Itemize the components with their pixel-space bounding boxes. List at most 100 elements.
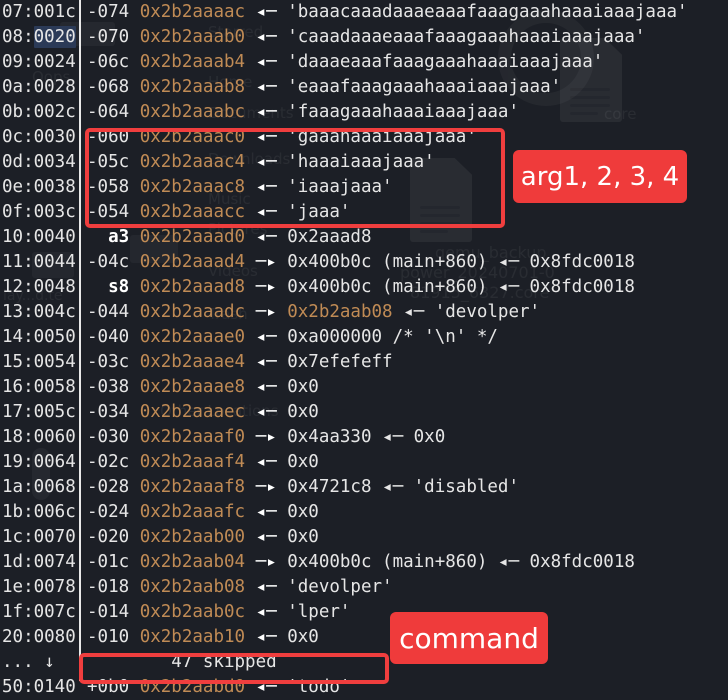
stack-row[interactable]: 1a:0068 -028 0x2b2aaaf8 ─▸ 0x4721c8 ◂─ 'd…: [0, 475, 728, 500]
stack-row[interactable]: 07:001c -074 0x2b2aaaac ◂─ 'baaacaaadaaae…: [0, 0, 728, 25]
row-content: -060 0x2b2aaac0 ◂─ 'gaaahaaaiaaajaaa': [80, 125, 728, 150]
memory-address: 0x2b2aaaf4: [129, 452, 246, 472]
stack-row[interactable]: 13:004c -044 0x2b2aaadc ─▸ 0x2b2aab08 ◂─ …: [0, 300, 728, 325]
register-name: a3: [87, 227, 130, 247]
row-content: -020 0x2b2aab00 ◂─ 0x0: [80, 525, 728, 550]
stack-offset: -014: [87, 602, 130, 622]
row-content: -074 0x2b2aaaac ◂─ 'baaacaaadaaaeaaafaaa…: [80, 0, 728, 25]
row-value: 0x2aaad8: [276, 227, 372, 247]
row-content: -054 0x2b2aaacc ◂─ 'jaaa': [80, 200, 728, 225]
row-value: 'todo': [276, 677, 351, 697]
row-value: 0x4721c8 ◂─ 'disabled': [276, 477, 519, 497]
memory-address: 0x2b2aaac4: [129, 152, 246, 172]
stack-row[interactable]: 17:005c -034 0x2b2aaaec ◂─ 0x0: [0, 400, 728, 425]
row-index-offset: 13:004c: [2, 302, 76, 322]
row-index-offset: 15:0054: [2, 352, 76, 372]
row-content: -03c 0x2b2aaae4 ◂─ 0x7efefeff: [80, 350, 728, 375]
memory-address: 0x2b2aaac0: [129, 127, 246, 147]
deref-arrow-icon: ◂─: [245, 452, 277, 472]
memory-address: 0x2b2aaab8: [129, 77, 246, 97]
stack-row-last[interactable]: 50:0140 +0b0 0x2b2aabd0 ◂─ 'todo': [0, 675, 728, 700]
stack-row[interactable]: 16:0058 -038 0x2b2aaae8 ◂─ 0x0: [0, 375, 728, 400]
deref-arrow-icon: ◂─: [245, 377, 277, 397]
memory-address: 0x2b2aaad4: [129, 252, 246, 272]
row-index-offset: 1a:0068: [2, 477, 76, 497]
stack-row[interactable]: 0b:002c -064 0x2b2aaabc ◂─ 'faaagaaahaaai…: [0, 100, 728, 125]
stack-row[interactable]: 12:0048 s8 0x2b2aaad8 ─▸ 0x400b0c (main+…: [0, 275, 728, 300]
row-index-offset: 18:0060: [2, 427, 76, 447]
stack-row[interactable]: 10:0040 a3 0x2b2aaad0 ◂─ 0x2aaad8: [0, 225, 728, 250]
stack-row[interactable]: 1b:006c -024 0x2b2aaafc ◂─ 0x0: [0, 500, 728, 525]
deref-arrow-icon: ◂─: [245, 2, 277, 22]
row-value: 0x4aa330 ◂─ 0x0: [276, 427, 446, 447]
row-value: 'daaaeaaafaaagaaahaaaiaaajaaa': [276, 52, 604, 72]
stack-row[interactable]: 0a:0028 -068 0x2b2aaab8 ◂─ 'eaaafaaagaaah…: [0, 75, 728, 100]
deref-arrow-icon: ◂─: [245, 527, 277, 547]
memory-address: 0x2b2aaad0: [129, 227, 246, 247]
memory-address: 0x2b2aab08: [129, 577, 246, 597]
stack-row[interactable]: 1c:0070 -020 0x2b2aab00 ◂─ 0x0: [0, 525, 728, 550]
memory-address: 0x2b2aaadc: [129, 302, 246, 322]
memory-address: 0x2b2aaab0: [129, 27, 246, 47]
row-value: 0x7efefeff: [276, 352, 393, 372]
row-value: 'haaaiaaajaaa': [276, 152, 435, 172]
stack-row[interactable]: 1e:0078 -018 0x2b2aab08 ◂─ 'devolper': [0, 575, 728, 600]
stack-row[interactable]: 1f:007c -014 0x2b2aab0c ◂─ 'lper': [0, 600, 728, 625]
row-value: 0x0: [276, 452, 319, 472]
stack-row[interactable]: 14:0050 -040 0x2b2aaae0 ◂─ 0xa000000 /* '…: [0, 325, 728, 350]
row-index-offset: 19:0064: [2, 452, 76, 472]
stack-row[interactable]: 09:0024 -06c 0x2b2aaab4 ◂─ 'daaaeaaafaaag…: [0, 50, 728, 75]
memory-address: 0x2b2aaaac: [129, 2, 246, 22]
arg-annotation-label: arg1, 2, 3, 4: [513, 150, 687, 203]
row-content: -028 0x2b2aaaf8 ─▸ 0x4721c8 ◂─ 'disabled…: [80, 475, 728, 500]
row-content: -018 0x2b2aab08 ◂─ 'devolper': [80, 575, 728, 600]
deref-arrow-icon: ─▸: [245, 477, 277, 497]
row-content: -038 0x2b2aaae8 ◂─ 0x0: [80, 375, 728, 400]
row-value: 'lper': [276, 602, 351, 622]
deref-arrow-icon: ◂─: [245, 177, 277, 197]
stack-rows-container: 07:001c -074 0x2b2aaaac ◂─ 'baaacaaadaaae…: [0, 0, 728, 700]
row-value: 0x0: [276, 377, 319, 397]
row-index-offset: 1e:0078: [2, 577, 76, 597]
stack-offset: -01c: [87, 552, 130, 572]
stack-offset: -074: [87, 2, 130, 22]
stack-row[interactable]: 0f:003c -054 0x2b2aaacc ◂─ 'jaaa': [0, 200, 728, 225]
skipped-rows-row[interactable]: ... ↓ 47 skipped: [0, 650, 728, 675]
row-value: 'faaagaaahaaaiaaajaaa': [276, 102, 519, 122]
deref-arrow-icon: ─▸: [245, 427, 277, 447]
pointer-address: 0x2b2aab08: [287, 302, 393, 322]
stack-row[interactable]: 15:0054 -03c 0x2b2aaae4 ◂─ 0x7efefeff: [0, 350, 728, 375]
deref-arrow-icon: ◂─: [245, 402, 277, 422]
memory-address: 0x2b2aaac8: [129, 177, 246, 197]
row-content: -068 0x2b2aaab8 ◂─ 'eaaafaaagaaahaaaiaaa…: [80, 75, 728, 100]
stack-dump-terminal[interactable]: 07:001c -074 0x2b2aaaac ◂─ 'baaacaaadaaae…: [0, 0, 728, 697]
row-content: -02c 0x2b2aaaf4 ◂─ 0x0: [80, 450, 728, 475]
deref-arrow-icon: ◂─: [245, 602, 277, 622]
stack-row[interactable]: 19:0064 -02c 0x2b2aaaf4 ◂─ 0x0: [0, 450, 728, 475]
row-index-offset: 1c:0070: [2, 527, 76, 547]
deref-arrow-icon: ◂─: [245, 677, 277, 697]
row-content: -030 0x2b2aaaf0 ─▸ 0x4aa330 ◂─ 0x0: [80, 425, 728, 450]
stack-offset: +0b0: [87, 677, 130, 697]
row-index-offset: 1f:007c: [2, 602, 76, 622]
stack-row[interactable]: 20:0080 -010 0x2b2aab10 ◂─ 0x0: [0, 625, 728, 650]
stack-offset: -05c: [87, 152, 130, 172]
stack-offset: -06c: [87, 52, 130, 72]
memory-address: 0x2b2aaabc: [129, 102, 246, 122]
stack-offset: -034: [87, 402, 130, 422]
row-value: 'devolper': [276, 577, 393, 597]
memory-address: 0x2b2aaafc: [129, 502, 246, 522]
stack-row[interactable]: 08:0020 -070 0x2b2aaab0 ◂─ 'caaadaaaeaaaf…: [0, 25, 728, 50]
row-content: -070 0x2b2aaab0 ◂─ 'caaadaaaeaaafaaagaaa…: [80, 25, 728, 50]
stack-offset: -038: [87, 377, 130, 397]
stack-row[interactable]: 0c:0030 -060 0x2b2aaac0 ◂─ 'gaaahaaaiaaaj…: [0, 125, 728, 150]
memory-address: 0x2b2aaae0: [129, 327, 246, 347]
stack-offset: -040: [87, 327, 130, 347]
stack-row[interactable]: 11:0044 -04c 0x2b2aaad4 ─▸ 0x400b0c (main…: [0, 250, 728, 275]
row-value: 0x2b2aab08 ◂─ 'devolper': [277, 302, 540, 322]
row-index-offset: 12:0048: [2, 277, 76, 297]
stack-offset: -060: [87, 127, 130, 147]
row-content: a3 0x2b2aaad0 ◂─ 0x2aaad8: [80, 225, 728, 250]
stack-row[interactable]: 18:0060 -030 0x2b2aaaf0 ─▸ 0x4aa330 ◂─ 0x…: [0, 425, 728, 450]
stack-row[interactable]: 1d:0074 -01c 0x2b2aab04 ─▸ 0x400b0c (main…: [0, 550, 728, 575]
